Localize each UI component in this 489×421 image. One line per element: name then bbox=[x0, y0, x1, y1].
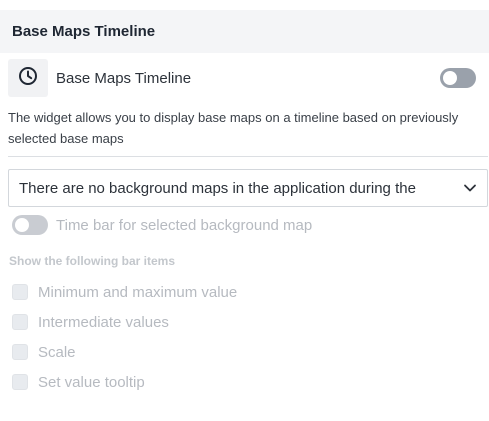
widget-settings-panel: Base Maps Timeline Base Maps Timeline Th… bbox=[0, 0, 489, 421]
bar-item-min-max: Minimum and maximum value bbox=[12, 282, 237, 302]
panel-header: Base Maps Timeline bbox=[0, 10, 489, 53]
time-bar-toggle[interactable] bbox=[12, 215, 48, 235]
checkbox-label: Intermediate values bbox=[38, 313, 169, 331]
widget-icon-box bbox=[8, 59, 48, 97]
widget-description: The widget allows you to display base ma… bbox=[8, 110, 459, 146]
checkbox-label: Scale bbox=[38, 343, 76, 361]
toggle-knob bbox=[443, 71, 457, 85]
base-map-select-value: There are no background maps in the appl… bbox=[19, 179, 416, 197]
base-map-select[interactable]: There are no background maps in the appl… bbox=[8, 169, 488, 207]
checkbox[interactable] bbox=[12, 284, 28, 300]
checkbox[interactable] bbox=[12, 314, 28, 330]
panel-title: Base Maps Timeline bbox=[12, 23, 156, 40]
bar-item-intermediate: Intermediate values bbox=[12, 312, 169, 332]
widget-label: Base Maps Timeline bbox=[56, 69, 192, 87]
checkbox-label: Minimum and maximum value bbox=[38, 283, 238, 301]
widget-enable-toggle[interactable] bbox=[440, 68, 476, 88]
checkbox[interactable] bbox=[12, 344, 28, 360]
clock-icon bbox=[18, 66, 38, 91]
toggle-knob bbox=[15, 218, 29, 232]
widget-row: Base Maps Timeline bbox=[8, 59, 480, 97]
time-bar-label: Time bar for selected background map bbox=[56, 216, 313, 234]
time-bar-row: Time bar for selected background map bbox=[12, 214, 312, 236]
bar-item-tooltip: Set value tooltip bbox=[12, 372, 145, 392]
bar-item-scale: Scale bbox=[12, 342, 76, 362]
checkbox-label: Set value tooltip bbox=[38, 373, 145, 391]
chevron-down-icon[interactable] bbox=[463, 183, 477, 193]
divider bbox=[8, 156, 488, 157]
bar-items-heading: Show the following bar items bbox=[9, 254, 176, 268]
checkbox[interactable] bbox=[12, 374, 28, 390]
